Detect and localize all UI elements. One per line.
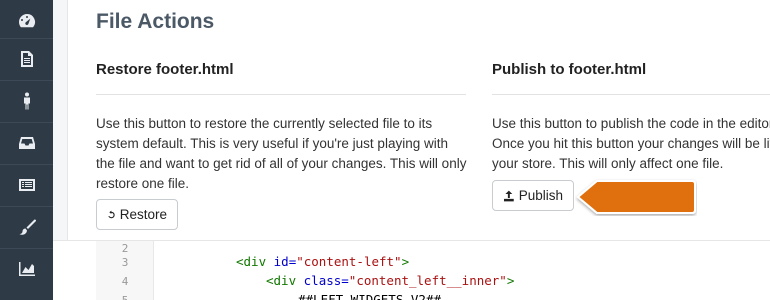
code-line: <div class="content_left__inner"> [266,273,515,288]
restore-button-label: Restore [119,207,167,222]
line-number: 5 [96,294,154,300]
sidebar-item-reports[interactable] [0,248,53,290]
upload-icon [503,190,514,201]
divider [492,94,770,95]
code-editor[interactable]: 2 3 4 5 <div id="content-left"> <div cla… [53,240,770,300]
publish-button[interactable]: Publish [492,180,574,211]
restore-heading: Restore footer.html [96,61,234,78]
line-number: 4 [121,275,129,288]
inbox-icon [18,137,35,149]
page-title: File Actions [96,10,215,33]
sidebar-item-documents[interactable] [0,38,53,80]
list-icon [18,179,35,191]
publish-heading: Publish to footer.html [492,61,647,78]
divider [96,94,466,95]
sidebar [0,0,53,300]
publish-button-label: Publish [518,188,563,203]
line-number: 2 [121,242,129,255]
sidebar-item-customers[interactable] [0,80,53,122]
restore-description: Use this button to restore the currently… [96,116,467,191]
sidebar-item-content[interactable] [0,164,53,206]
publish-description: Use this button to publish the code in t… [492,116,770,171]
sidebar-item-orders[interactable] [0,122,53,164]
restore-button[interactable]: Restore [96,199,178,230]
dashboard-icon [18,13,35,28]
callout-arrow-icon [576,180,696,214]
line-number: 3 [121,256,129,269]
person-icon [23,92,30,110]
sidebar-item-design[interactable] [0,206,53,248]
undo-icon [108,210,115,218]
code-line: ##LEFT_WIDGETS_V2## [298,292,441,300]
brush-icon [19,219,36,235]
code-line: <div id="content-left"> [236,254,410,269]
chart-icon [18,262,35,276]
document-icon [20,51,33,67]
sidebar-item-dashboard[interactable] [0,0,53,42]
